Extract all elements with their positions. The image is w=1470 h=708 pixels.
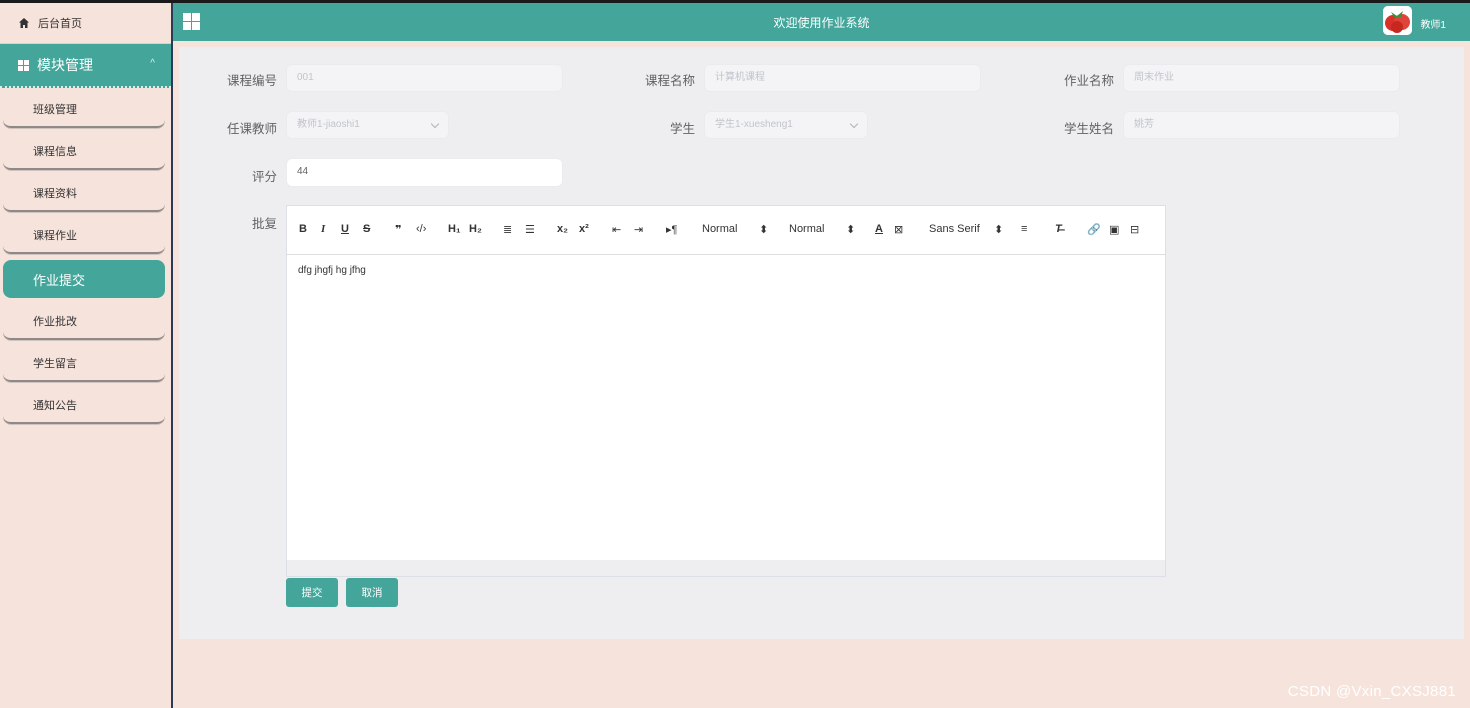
chevron-updown-icon: ⬍: [994, 224, 1004, 236]
student-label: 学生: [669, 122, 695, 136]
top-header: 欢迎使用作业系统 教师1: [173, 3, 1470, 41]
sidebar-item-course-info[interactable]: 课程信息: [3, 134, 165, 170]
sidebar-item-label: 课程信息: [33, 146, 77, 158]
subscript-icon[interactable]: x₂: [557, 223, 568, 235]
header-select[interactable]: Normal: [702, 223, 737, 235]
sidebar-item-course-materials[interactable]: 课程资料: [3, 176, 165, 212]
homework-name-label: 作业名称: [1063, 74, 1114, 88]
indent-icon[interactable]: ⇥: [634, 223, 643, 236]
italic-icon[interactable]: I: [321, 223, 325, 235]
chevron-up-icon: ^: [150, 58, 155, 69]
editor-toolbar: B I U S ❞ ‹/› H₁ H₂ ≣ ☰ x₂ x² ⇤ ⇥ ▸¶ Nor…: [287, 206, 1165, 255]
sidebar-item-homework-submit[interactable]: 作业提交: [3, 260, 165, 298]
submit-button[interactable]: 提交: [286, 578, 338, 607]
score-input[interactable]: 44: [286, 158, 563, 187]
superscript-icon[interactable]: x²: [579, 223, 589, 235]
home-icon: [19, 18, 29, 28]
background-color-icon[interactable]: ⊠: [894, 223, 903, 236]
watermark: CSDN @Vxin_CXSJ881: [1287, 683, 1456, 700]
sidebar-home[interactable]: 后台首页: [0, 3, 171, 44]
teacher-label: 任课教师: [226, 122, 277, 136]
bullet-list-icon[interactable]: ☰: [525, 223, 535, 236]
sidebar-item-homework-grading[interactable]: 作业批改: [3, 304, 165, 340]
username[interactable]: 教师1: [1420, 16, 1446, 31]
sidebar-item-label: 学生留言: [33, 358, 77, 370]
sidebar-home-label: 后台首页: [38, 18, 82, 30]
avatar[interactable]: [1383, 6, 1412, 35]
rich-text-editor: B I U S ❞ ‹/› H₁ H₂ ≣ ☰ x₂ x² ⇤ ⇥ ▸¶ Nor…: [286, 205, 1166, 577]
ordered-list-icon[interactable]: ≣: [503, 223, 512, 236]
homework-name-input[interactable]: 周末作业: [1123, 64, 1400, 92]
text-direction-icon[interactable]: ▸¶: [666, 223, 677, 236]
page-title: 欢迎使用作业系统: [773, 16, 870, 30]
sidebar-item-label: 课程资料: [33, 188, 77, 200]
code-icon[interactable]: ‹/›: [416, 223, 426, 235]
student-select[interactable]: 学生1-xuesheng1: [704, 111, 868, 139]
sidebar-item-label: 作业批改: [33, 316, 77, 328]
sidebar-item-label: 课程作业: [33, 230, 77, 242]
cancel-button[interactable]: 取消: [346, 578, 398, 607]
teacher-select[interactable]: 教师1-jiaoshi1: [286, 111, 449, 139]
h1-icon[interactable]: H₁: [448, 223, 461, 235]
sidebar-item-notices[interactable]: 通知公告: [3, 388, 165, 424]
form-panel: 课程编号 001 课程名称 计算机课程 作业名称 周末作业 任课教师 教师1-j…: [179, 47, 1464, 639]
sidebar-module-label: 模块管理: [37, 57, 93, 73]
grid-icon: [18, 59, 29, 71]
sidebar-menu: 班级管理 课程信息 课程资料 课程作业 作业提交 作业批改 学生留言 通知公告: [0, 88, 171, 424]
underline-icon[interactable]: U: [341, 223, 349, 235]
outdent-icon[interactable]: ⇤: [612, 223, 621, 236]
chevron-updown-icon: ⬍: [846, 224, 856, 236]
editor-footer: [287, 560, 1165, 576]
student-name-label: 学生姓名: [1063, 122, 1114, 136]
h2-icon[interactable]: H₂: [469, 223, 482, 235]
chevron-updown-icon: ⬍: [759, 224, 769, 236]
sidebar-item-course-homework[interactable]: 课程作业: [3, 218, 165, 254]
course-name-label: 课程名称: [644, 74, 695, 88]
course-no-input[interactable]: 001: [286, 64, 563, 92]
sidebar-item-label: 通知公告: [33, 400, 77, 412]
course-no-label: 课程编号: [226, 74, 277, 88]
sidebar-item-label: 作业提交: [33, 272, 86, 288]
blockquote-icon[interactable]: ❞: [395, 223, 401, 236]
font-color-icon[interactable]: A: [875, 223, 883, 235]
strike-icon[interactable]: S: [363, 223, 370, 235]
font-select[interactable]: Sans Serif: [929, 223, 980, 235]
sidebar-item-student-messages[interactable]: 学生留言: [3, 346, 165, 382]
clear-format-icon[interactable]: T̶: [1055, 223, 1062, 235]
link-icon[interactable]: 🔗: [1087, 223, 1101, 236]
student-name-input[interactable]: 姚芳: [1123, 111, 1400, 139]
image-icon[interactable]: ▣: [1109, 223, 1119, 236]
sidebar: 后台首页 模块管理 ^ 班级管理 课程信息 课程资料 课程作业 作业提交 作业批…: [0, 3, 173, 708]
reply-label: 批复: [251, 217, 277, 231]
video-icon[interactable]: ⊟: [1130, 223, 1139, 236]
bold-icon[interactable]: B: [299, 223, 307, 235]
size-select[interactable]: Normal: [789, 223, 824, 235]
editor-content[interactable]: dfg jhgfj hg jfhg: [298, 265, 366, 276]
course-name-input[interactable]: 计算机课程: [704, 64, 981, 92]
sidebar-item-class[interactable]: 班级管理: [3, 92, 165, 128]
score-label: 评分: [251, 170, 277, 184]
align-icon[interactable]: ≡: [1021, 223, 1027, 235]
sidebar-item-label: 班级管理: [33, 104, 77, 116]
strawberry-avatar-icon: [1383, 6, 1412, 35]
sidebar-module-toggle[interactable]: 模块管理 ^: [0, 44, 171, 88]
